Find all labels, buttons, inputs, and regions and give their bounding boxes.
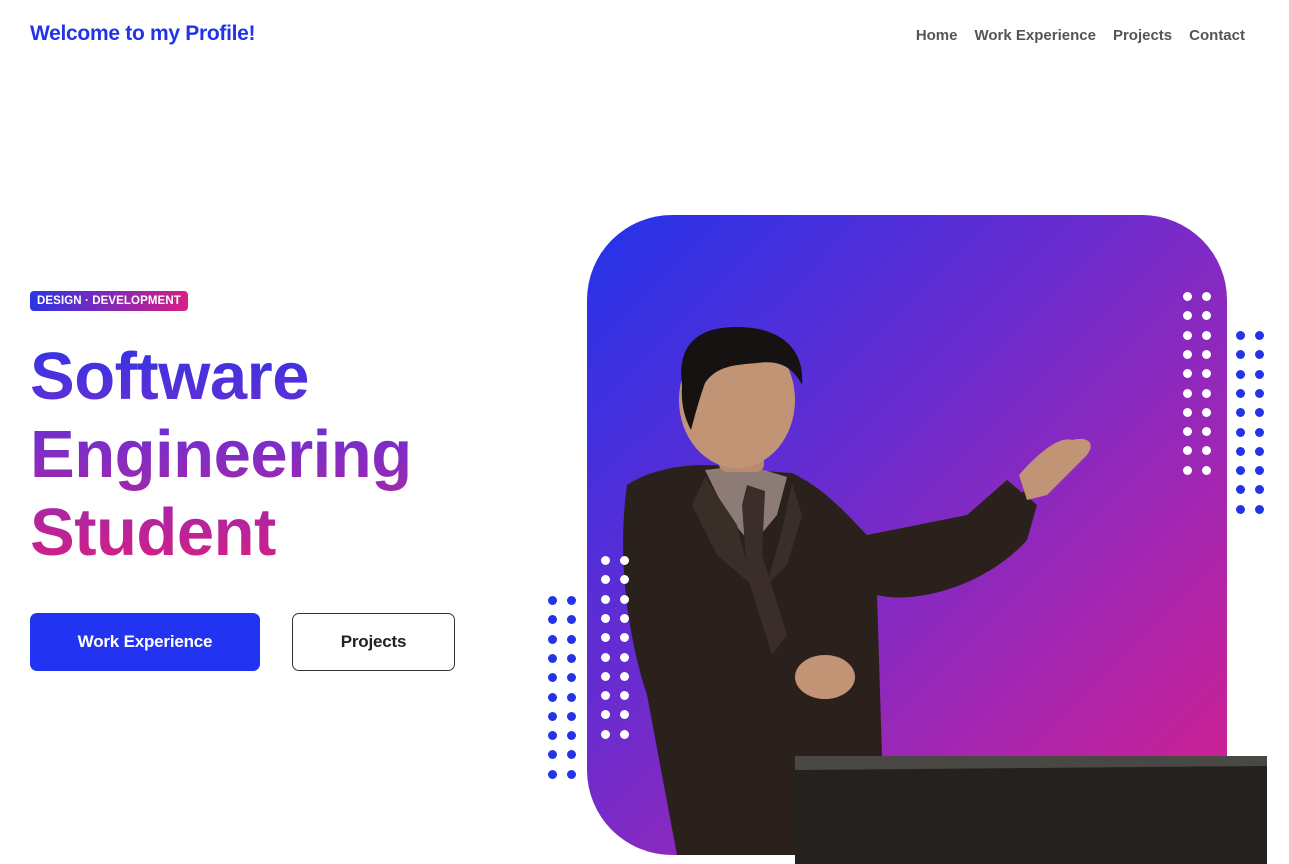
decor-dot — [1255, 331, 1264, 340]
decor-dot — [548, 769, 557, 779]
decor-dot — [1255, 504, 1264, 514]
decor-dot — [1255, 446, 1264, 456]
decor-dot — [620, 652, 629, 662]
decor-dot — [1236, 408, 1245, 418]
decor-dot — [601, 556, 610, 565]
decor-dot — [1255, 350, 1264, 360]
decor-dot — [1202, 330, 1211, 340]
site-brand[interactable]: Welcome to my Profile! — [30, 22, 256, 46]
decor-dot — [548, 692, 557, 702]
headline-line-2: Engineering — [30, 417, 412, 492]
work-experience-button[interactable]: Work Experience — [30, 613, 260, 671]
decor-dot — [1236, 504, 1245, 514]
decor-dot — [620, 613, 629, 623]
presenter-hand — [1019, 438, 1091, 500]
decor-dot — [548, 731, 557, 741]
decor-dot — [548, 711, 557, 721]
decor-dot — [1236, 446, 1245, 456]
decor-dot — [567, 692, 576, 702]
decor-dot — [548, 750, 557, 760]
decor-dot — [1183, 292, 1192, 301]
decor-dot — [567, 673, 576, 683]
decor-dot — [601, 729, 610, 739]
decor-dot — [1255, 408, 1264, 418]
decor-dot — [567, 615, 576, 625]
decor-dot — [1202, 465, 1211, 475]
decor-dot — [567, 653, 576, 663]
decor-dot — [1255, 485, 1264, 495]
decor-dot — [567, 634, 576, 644]
top-nav: Home Work Experience Projects Contact — [916, 27, 1245, 44]
projects-button[interactable]: Projects — [292, 613, 455, 671]
decor-dot — [1236, 350, 1245, 360]
decor-dot — [1255, 466, 1264, 476]
headline-line-3: Student — [30, 495, 276, 570]
decor-dot — [1236, 388, 1245, 398]
decor-dot — [1183, 407, 1192, 417]
nav-contact[interactable]: Contact — [1189, 27, 1245, 44]
decor-dot — [548, 615, 557, 625]
nav-home[interactable]: Home — [916, 27, 958, 44]
decor-dot — [1202, 407, 1211, 417]
decor-dot — [620, 594, 629, 604]
decor-dot — [1183, 388, 1192, 398]
decor-dot — [1236, 369, 1245, 379]
decor-dot — [548, 653, 557, 663]
decor-dot — [1236, 466, 1245, 476]
decor-dot — [1236, 427, 1245, 437]
decor-dot — [548, 634, 557, 644]
decor-dot — [567, 750, 576, 760]
decor-dot — [1183, 330, 1192, 340]
decor-dot — [1255, 388, 1264, 398]
decor-dot — [601, 652, 610, 662]
decor-dot — [620, 556, 629, 565]
skills-badge: DESIGN · DEVELOPMENT — [30, 291, 188, 311]
decor-dot — [1183, 465, 1192, 475]
nav-work-experience[interactable]: Work Experience — [975, 27, 1096, 44]
hero-headline: Software Engineering Student — [30, 338, 500, 572]
decor-dot — [567, 769, 576, 779]
decor-dot — [601, 613, 610, 623]
decor-dot — [567, 731, 576, 741]
decor-dot — [548, 673, 557, 683]
decor-dot — [548, 596, 557, 605]
decor-dot — [620, 729, 629, 739]
decor-dot — [1236, 485, 1245, 495]
headline-line-1: Software — [30, 339, 309, 414]
decor-dot — [601, 594, 610, 604]
decor-dot — [620, 671, 629, 681]
nav-projects[interactable]: Projects — [1113, 27, 1172, 44]
decor-dot — [1202, 388, 1211, 398]
decor-dot — [1183, 349, 1192, 359]
podium — [795, 756, 1267, 864]
decor-dot — [567, 711, 576, 721]
decor-dot — [1236, 331, 1245, 340]
decor-dot — [1255, 427, 1264, 437]
decor-dot — [1202, 292, 1211, 301]
decor-dot — [1202, 349, 1211, 359]
decor-dot — [567, 596, 576, 605]
decor-dot — [601, 671, 610, 681]
decor-dot — [1255, 369, 1264, 379]
